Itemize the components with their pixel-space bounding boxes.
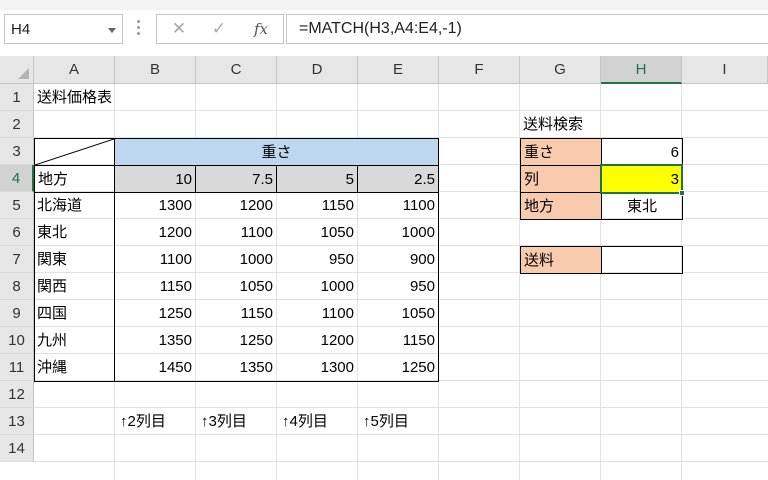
row-header-1[interactable]: 1 (0, 84, 34, 111)
price-cell[interactable]: 1200 (276, 327, 357, 354)
price-cell[interactable]: 1300 (276, 354, 357, 381)
row-header-4[interactable]: 4 (0, 165, 34, 192)
region-header-cell[interactable]: 地方 (34, 165, 115, 193)
row-header-6[interactable]: 6 (0, 219, 34, 246)
price-cell[interactable]: 1450 (114, 354, 195, 381)
lookup-column-value[interactable]: 3 (601, 165, 683, 193)
lookup-weight-label[interactable]: 重さ (520, 138, 602, 166)
price-cell[interactable]: 950 (276, 246, 357, 273)
formula-input[interactable]: =MATCH(H3,A4:E4,-1) (286, 14, 768, 44)
diagonal-header-cell[interactable] (34, 138, 115, 166)
price-cell[interactable]: 1200 (114, 219, 195, 246)
weight-cell[interactable]: 10 (114, 165, 196, 193)
region-cell[interactable]: 九州 (34, 327, 114, 354)
formula-bar: H4 ✕ ✓ fx =MATCH(H3,A4:E4,-1) (0, 0, 768, 56)
column-header-c[interactable]: C (196, 56, 277, 84)
spreadsheet-grid: A B C D E F G H I 1 2 3 4 5 6 7 8 9 10 1… (0, 56, 768, 480)
cell-area[interactable]: 送料価格表 重さ 地方 10 7.5 5 2.5 北海道 1300 1200 1… (34, 84, 768, 480)
price-cell[interactable]: 1100 (357, 192, 438, 219)
row-header-11[interactable]: 11 (0, 354, 34, 381)
column-note[interactable]: ↑5列目 (360, 408, 438, 435)
chevron-down-icon[interactable] (108, 28, 116, 33)
price-cell[interactable]: 1200 (195, 192, 276, 219)
price-cell[interactable]: 1150 (357, 327, 438, 354)
price-cell[interactable]: 1050 (276, 219, 357, 246)
price-cell[interactable]: 1050 (357, 300, 438, 327)
diagonal-line (35, 139, 114, 165)
price-cell[interactable]: 1250 (357, 354, 438, 381)
price-cell[interactable]: 1350 (114, 327, 195, 354)
price-cell[interactable]: 1150 (195, 300, 276, 327)
lookup-region-value[interactable]: 東北 (601, 192, 683, 220)
column-header-h[interactable]: H (601, 56, 682, 84)
lookup-fee-label[interactable]: 送料 (520, 246, 602, 274)
column-header-f[interactable]: F (439, 56, 520, 84)
price-cell[interactable]: 950 (357, 273, 438, 300)
weight-cell[interactable]: 7.5 (195, 165, 277, 193)
lookup-column-label[interactable]: 列 (520, 165, 602, 193)
price-cell[interactable]: 1250 (114, 300, 195, 327)
region-cell[interactable]: 関東 (34, 246, 114, 273)
row-header-3[interactable]: 3 (0, 138, 34, 165)
ribbon-edge (0, 0, 768, 10)
price-cell[interactable]: 1350 (195, 354, 276, 381)
price-cell[interactable]: 1100 (276, 300, 357, 327)
weight-cell[interactable]: 5 (276, 165, 358, 193)
select-all-button[interactable] (0, 56, 34, 84)
lookup-region-label[interactable]: 地方 (520, 192, 602, 220)
row-header-10[interactable]: 10 (0, 327, 34, 354)
price-cell[interactable]: 900 (357, 246, 438, 273)
row-header-5[interactable]: 5 (0, 192, 34, 219)
column-note[interactable]: ↑4列目 (279, 408, 357, 435)
price-cell[interactable]: 1150 (114, 273, 195, 300)
price-cell[interactable]: 1150 (276, 192, 357, 219)
row-header-13[interactable]: 13 (0, 408, 34, 435)
region-cell[interactable]: 北海道 (34, 192, 114, 219)
enter-icon[interactable]: ✓ (201, 15, 237, 43)
column-note[interactable]: ↑2列目 (117, 408, 195, 435)
name-box-value: H4 (11, 21, 31, 38)
row-header-14[interactable]: 14 (0, 435, 34, 462)
price-cell[interactable]: 1000 (357, 219, 438, 246)
region-cell[interactable]: 沖縄 (34, 354, 114, 381)
row-header-8[interactable]: 8 (0, 273, 34, 300)
sheet-title[interactable]: 送料価格表 (34, 84, 196, 111)
region-cell[interactable]: 東北 (34, 219, 114, 246)
price-cell[interactable]: 1300 (114, 192, 195, 219)
column-header-b[interactable]: B (115, 56, 196, 84)
column-note[interactable]: ↑3列目 (198, 408, 276, 435)
grip-icon[interactable] (137, 20, 140, 36)
formula-text: =MATCH(H3,A4:E4,-1) (299, 20, 462, 37)
formula-buttons: ✕ ✓ fx (156, 14, 284, 44)
weight-header-cell[interactable]: 重さ (114, 138, 439, 166)
price-cell[interactable]: 1100 (114, 246, 195, 273)
cancel-icon[interactable]: ✕ (161, 15, 197, 43)
price-cell[interactable]: 1050 (195, 273, 276, 300)
row-header-7[interactable]: 7 (0, 246, 34, 273)
insert-function-icon[interactable]: fx (243, 15, 279, 43)
column-header-g[interactable]: G (520, 56, 601, 84)
weight-cell[interactable]: 2.5 (357, 165, 439, 193)
price-cell[interactable]: 1100 (195, 219, 276, 246)
region-cell[interactable]: 関西 (34, 273, 114, 300)
price-cell[interactable]: 1000 (195, 246, 276, 273)
lookup-weight-value[interactable]: 6 (601, 138, 683, 166)
region-cell[interactable]: 四国 (34, 300, 114, 327)
column-header-e[interactable]: E (358, 56, 439, 84)
row-header-12[interactable]: 12 (0, 381, 34, 408)
column-header-d[interactable]: D (277, 56, 358, 84)
column-header-a[interactable]: A (34, 56, 115, 84)
column-header-i[interactable]: I (682, 56, 768, 84)
price-cell[interactable]: 1250 (195, 327, 276, 354)
row-header-2[interactable]: 2 (0, 111, 34, 138)
lookup-fee-value[interactable] (601, 246, 683, 274)
name-box[interactable]: H4 (4, 14, 123, 44)
price-cell[interactable]: 1000 (276, 273, 357, 300)
row-header-9[interactable]: 9 (0, 300, 34, 327)
lookup-title[interactable]: 送料検索 (520, 111, 640, 138)
